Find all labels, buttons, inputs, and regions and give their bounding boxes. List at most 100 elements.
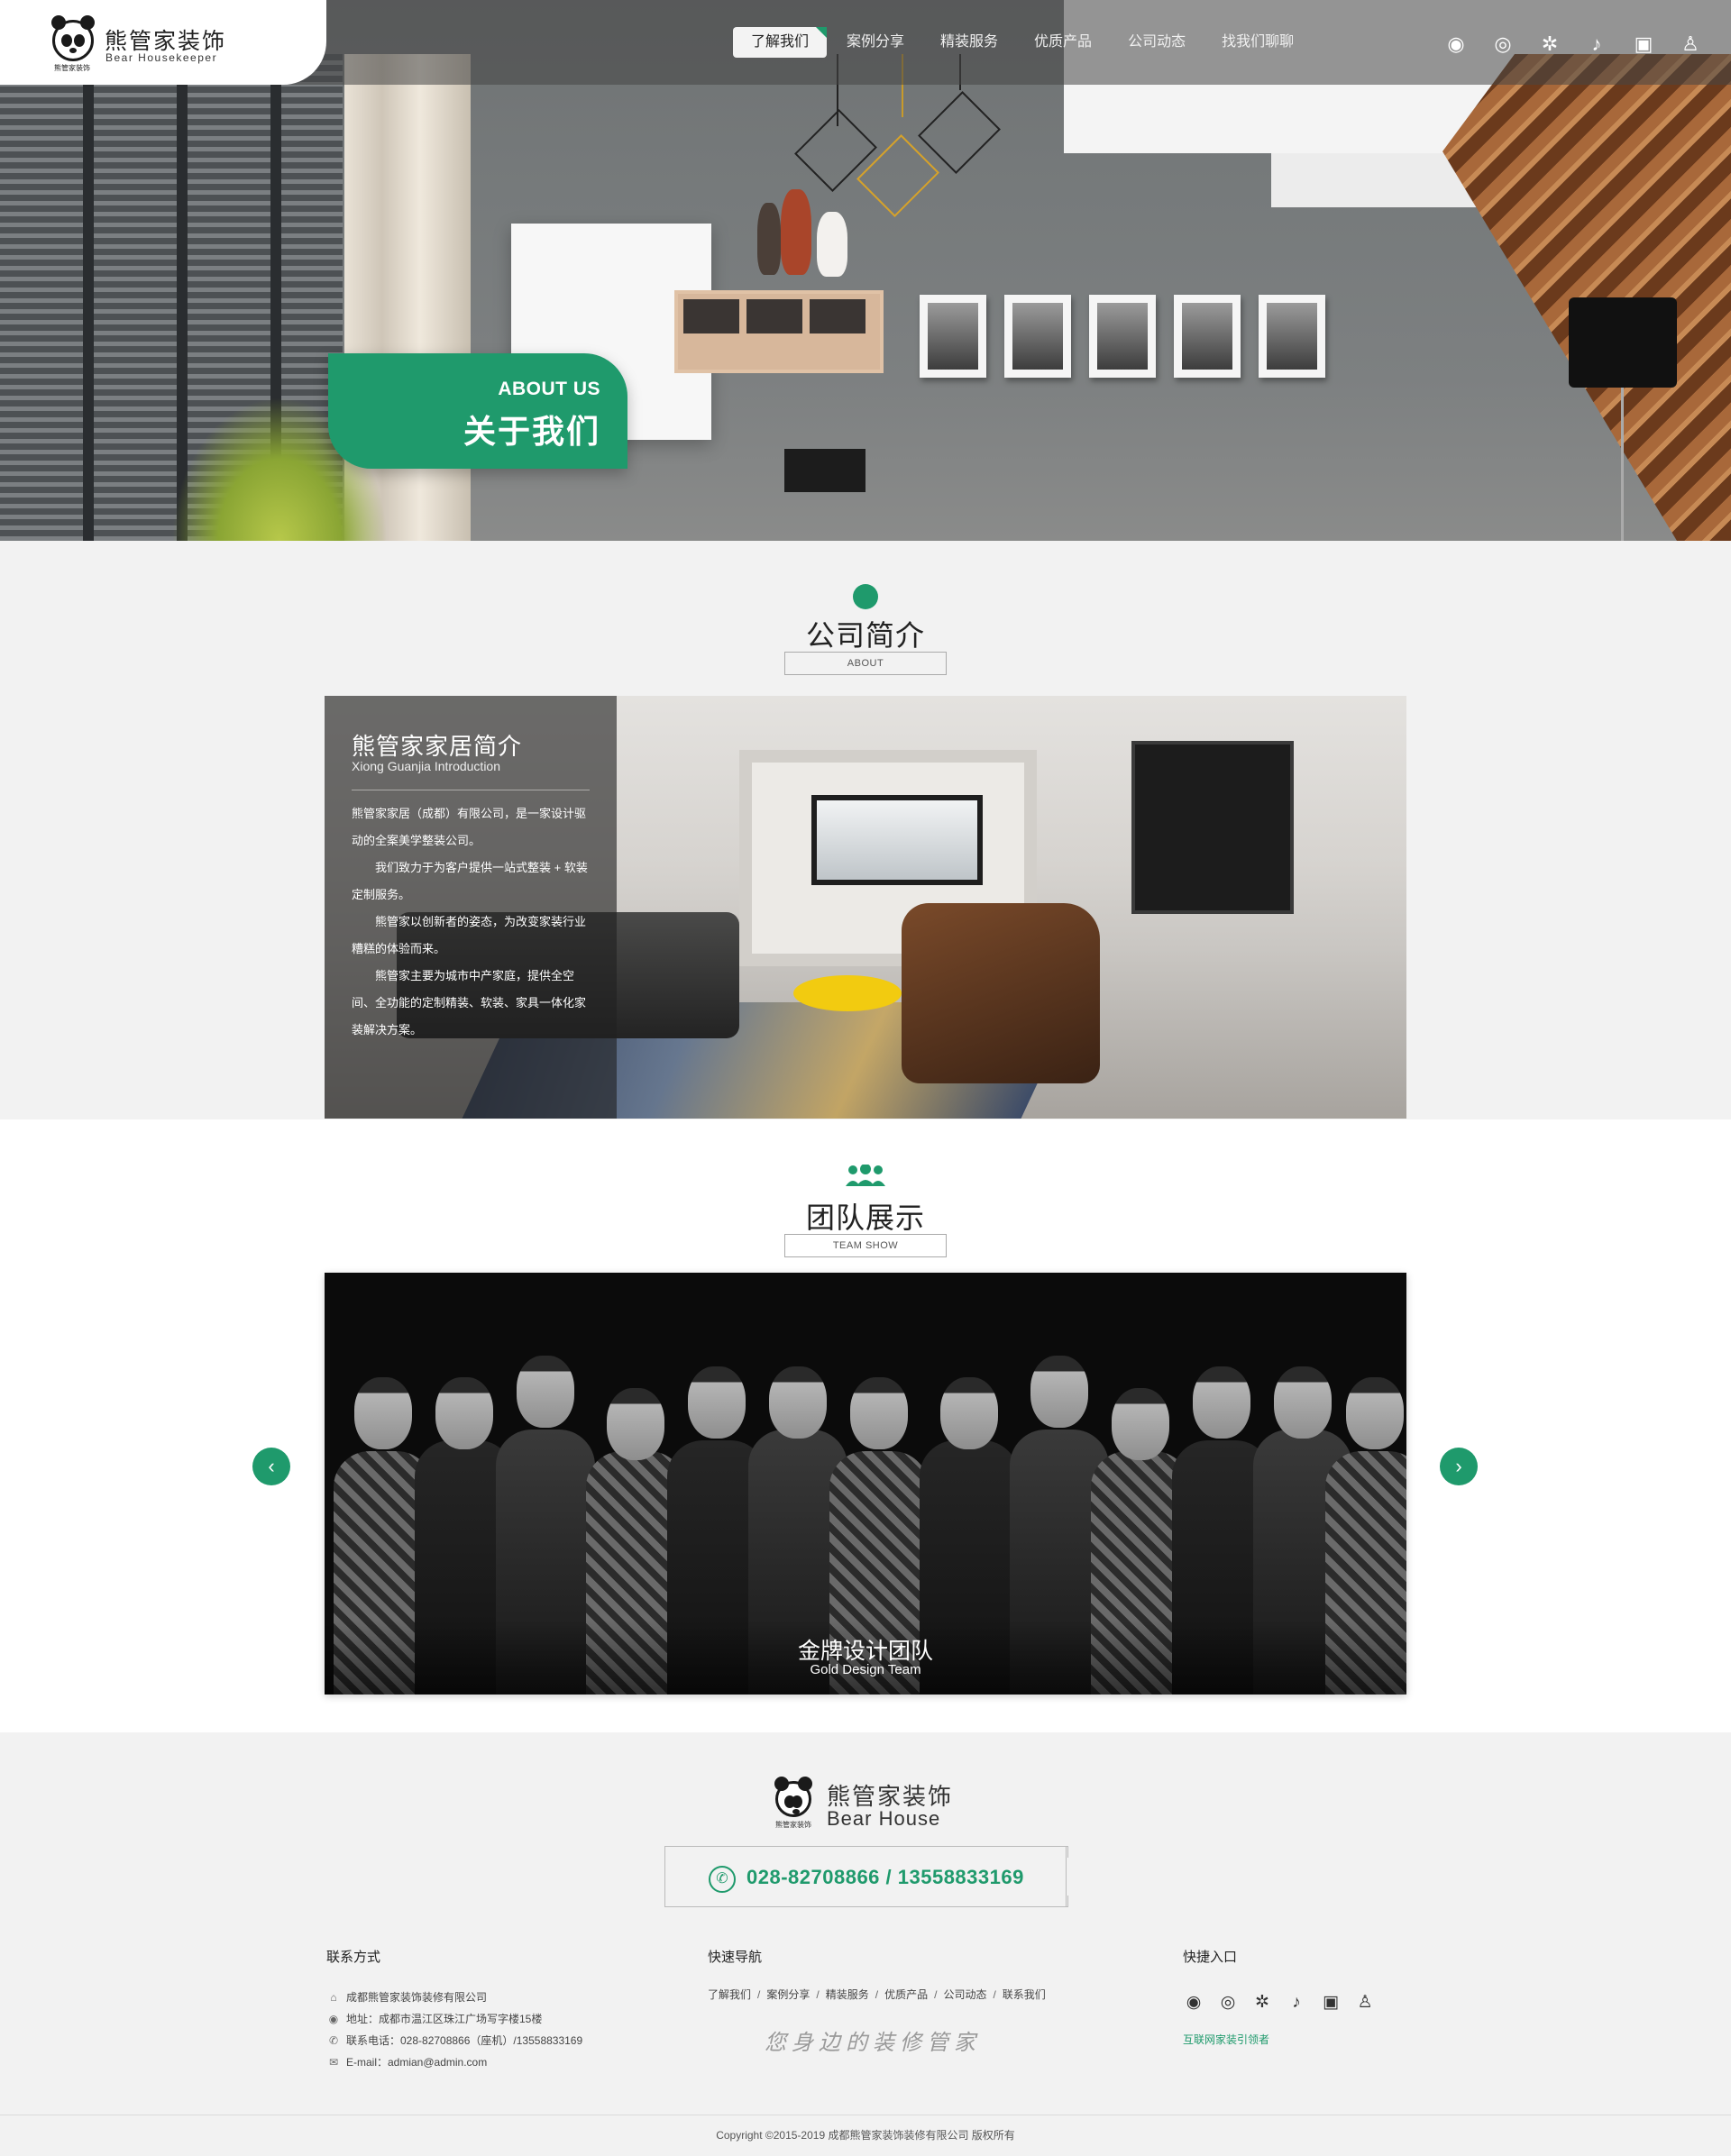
quick-navigation: 了解我们 / 案例分享 / 精装服务 / 优质产品 / 公司动态 / 联系我们 (708, 1987, 1046, 2002)
photo-coffee-table (793, 975, 902, 1011)
quicknav-link[interactable]: 了解我们 (708, 1988, 751, 2001)
contact-text: E-mail：admian@admin.com (346, 2056, 488, 2069)
hero-table-lamp (784, 449, 866, 492)
wechat-icon[interactable]: ◉ (1442, 31, 1470, 58)
team-member-head (1030, 1356, 1088, 1428)
social-icons: ◉ ◎ ✲ ♪ ▣ ♙ (1442, 31, 1704, 58)
carousel-prev-button[interactable]: ‹ (252, 1448, 290, 1485)
hotline-box: ✆ 028-82708866 / 13558833169 (664, 1846, 1068, 1907)
app-icon[interactable]: ✲ (1536, 31, 1563, 58)
quicknav-separator: / (757, 1988, 761, 2001)
weibo-icon[interactable]: ◎ (1217, 1992, 1239, 2014)
phone-icon: ✆ (328, 2034, 339, 2047)
team-member-head (769, 1366, 827, 1439)
photo-tv (1131, 741, 1294, 914)
team-member-head (354, 1377, 412, 1449)
about-section-title: 公司简介 (805, 619, 925, 652)
douyin-icon[interactable]: ♪ (1583, 31, 1610, 58)
team-member-head (517, 1356, 574, 1428)
hero-floor-lamp-pole (1621, 388, 1624, 541)
team-member-head (940, 1377, 998, 1449)
hero-floor-lamp (1569, 297, 1677, 388)
quicknav-link[interactable]: 公司动态 (943, 1988, 986, 2001)
contact-text: 成都熊管家装饰装修有限公司 (346, 1991, 488, 2004)
contact-row: ⌂ 成都熊管家装饰装修有限公司 (326, 1987, 582, 2008)
clock-icon (853, 584, 878, 609)
footer-logo-english: Bear House (827, 1807, 941, 1830)
site-logo[interactable]: 熊管家装饰 熊管家装饰 Bear Housekeeper (0, 0, 326, 85)
nav-item[interactable]: 精装服务 (922, 27, 1016, 58)
intro-paragraph: 熊管家家居（成都）有限公司，是一家设计驱动的全案美学整装公司。 (352, 807, 587, 847)
hero-pendant-lamp (918, 91, 1001, 174)
location-icon: ◉ (328, 2013, 339, 2025)
nav-item[interactable]: 优质产品 (1016, 27, 1110, 58)
team-caption-english: Gold Design Team (810, 1662, 921, 1677)
nav-item[interactable]: 公司动态 (1110, 27, 1204, 58)
quicknav-separator: / (816, 1988, 820, 2001)
contact-title: 联系方式 (326, 1950, 381, 1965)
hero-photo-frame (920, 295, 986, 378)
phone-icon: ✆ (709, 1866, 736, 1893)
quicknav-separator: / (934, 1988, 938, 2001)
quick-entry-link[interactable]: 互联网家装引领者 (1183, 2032, 1269, 2047)
panda-icon[interactable]: ♙ (1354, 1992, 1376, 2014)
intro-paragraph: 我们致力于为客户提供一站式整装 + 软装定制服务。 (352, 861, 588, 901)
quicknav-separator: / (993, 1988, 996, 2001)
team-member-head (688, 1366, 746, 1439)
footer-slogan: 您身边的装修管家 (765, 2030, 981, 2055)
logo-tag: 熊管家装饰 (54, 64, 90, 72)
team-icon (844, 1164, 887, 1188)
team-caption-chinese: 金牌设计团队 (797, 1639, 933, 1664)
hero-vase (817, 212, 847, 277)
photo-leather-chair (902, 903, 1100, 1083)
panda-logo-icon (774, 1777, 812, 1817)
toutiao-icon[interactable]: ▣ (1630, 31, 1657, 58)
hero-photo-frame (1259, 295, 1325, 378)
team-member-head (1193, 1366, 1250, 1439)
contact-text: 联系电话：028-82708866（座机）/13558833169 (346, 2034, 583, 2047)
wechat-icon[interactable]: ◉ (1183, 1992, 1204, 2014)
intro-title-english: Xiong Guanjia Introduction (352, 759, 500, 773)
hero-photo-frame (1004, 295, 1071, 378)
team-section-subtitle: TEAM SHOW (784, 1234, 947, 1257)
weibo-icon[interactable]: ◎ (1489, 31, 1516, 58)
toutiao-icon[interactable]: ▣ (1320, 1992, 1342, 2014)
top-navigation-bar: 熊管家装饰 熊管家装饰 Bear Housekeeper 了解我们 案例分享 精装服… (0, 0, 1731, 85)
team-section-title: 团队展示 (805, 1201, 925, 1234)
quicknav-link[interactable]: 优质产品 (884, 1988, 928, 2001)
contact-row: ◉ 地址：成都市温江区珠江广场写字楼15楼 (326, 2008, 582, 2030)
team-member-head (850, 1377, 908, 1449)
hero-photo-frame (1174, 295, 1241, 378)
copyright: Copyright ©2015-2019 成都熊管家装饰装修有限公司 版权所有 (716, 2129, 1015, 2142)
quicknav-link[interactable]: 联系我们 (1003, 1988, 1046, 2001)
contact-row: ✆ 联系电话：028-82708866（座机）/13558833169 (326, 2030, 582, 2051)
about-us-badge: ABOUT US 关于我们 (328, 353, 627, 469)
team-member-head (435, 1377, 493, 1449)
nav-item[interactable]: 了解我们 (733, 27, 828, 58)
hero-bookshelf (674, 290, 884, 373)
team-member-head (1346, 1377, 1404, 1449)
main-nav: 了解我们 案例分享 精装服务 优质产品 公司动态 找我们聊聊 (733, 27, 1312, 58)
nav-item[interactable]: 案例分享 (829, 27, 922, 58)
quicknav-link[interactable]: 案例分享 (766, 1988, 810, 2001)
contact-list: ⌂ 成都熊管家装饰装修有限公司 ◉ 地址：成都市温江区珠江广场写字楼15楼 ✆ 联系电话：… (326, 1987, 582, 2073)
contact-text: 地址：成都市温江区珠江广场写字楼15楼 (346, 2013, 543, 2025)
about-intro-panel: 熊管家家居简介 Xiong Guanjia Introduction 熊管家家居… (325, 696, 617, 1119)
photo-window (811, 795, 983, 885)
about-section-subtitle: ABOUT (784, 652, 947, 675)
hotline-number[interactable]: 028-82708866 / 13558833169 (746, 1866, 1024, 1889)
carousel-next-button[interactable]: › (1440, 1448, 1478, 1485)
hero-vase (781, 189, 811, 275)
hero-vase (757, 203, 781, 275)
douyin-icon[interactable]: ♪ (1286, 1992, 1307, 2014)
team-member-head (1274, 1366, 1332, 1439)
badge-english: ABOUT US (498, 379, 600, 399)
nav-item[interactable]: 找我们聊聊 (1204, 27, 1312, 58)
panda-icon[interactable]: ♙ (1677, 31, 1704, 58)
hero-photo-frame (1089, 295, 1156, 378)
intro-paragraph: 熊管家主要为城市中产家庭，提供全空间、全功能的定制精装、软装、家具一体化家装解决… (352, 969, 587, 1037)
team-member-head (607, 1388, 664, 1460)
app-icon[interactable]: ✲ (1251, 1992, 1273, 2014)
quicknav-link[interactable]: 精装服务 (826, 1988, 869, 2001)
team-member-head (1112, 1388, 1169, 1460)
